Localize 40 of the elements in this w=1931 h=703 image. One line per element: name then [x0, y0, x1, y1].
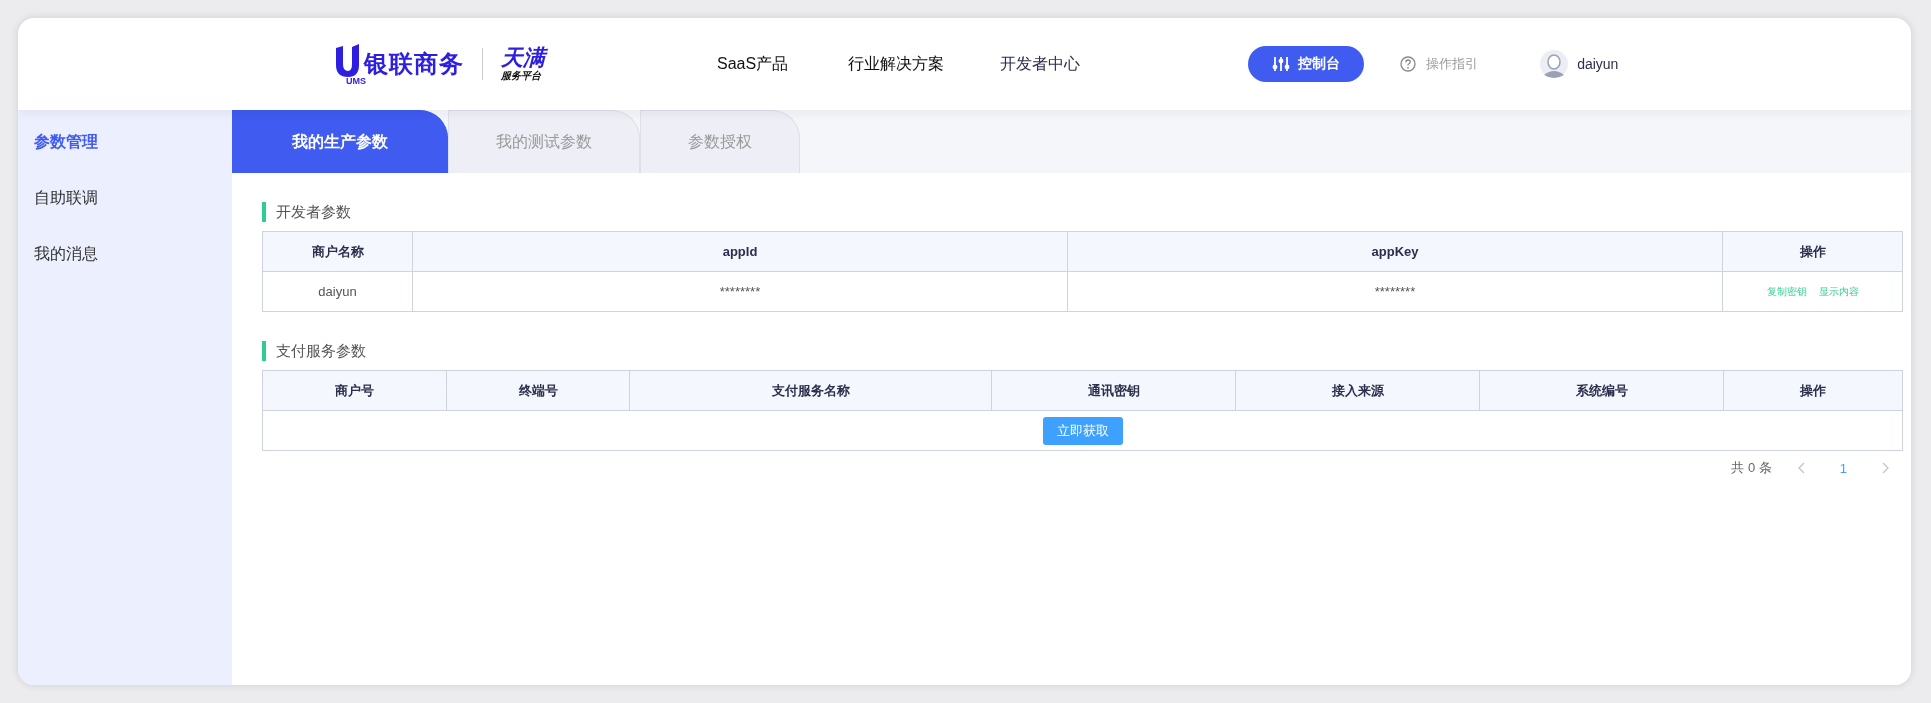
column-header: 商户号: [263, 371, 447, 411]
avatar-icon: [1540, 50, 1569, 78]
column-header: 接入来源: [1236, 371, 1480, 411]
column-header: 操作: [1723, 232, 1903, 272]
next-page-icon[interactable]: [1881, 462, 1889, 474]
table-cell: ********: [1068, 272, 1723, 312]
previous-page-icon[interactable]: [1797, 462, 1806, 474]
console-button[interactable]: 控制台: [1248, 46, 1365, 82]
column-header: appKey: [1068, 232, 1723, 272]
platform-subtitle: 服务平台: [501, 70, 541, 82]
column-header: 系统编号: [1480, 371, 1724, 411]
nav-link[interactable]: 行业解决方案: [848, 53, 945, 75]
section-title: 开发者参数: [276, 202, 351, 222]
total-count: 共 0 条: [1731, 459, 1772, 477]
nav-link[interactable]: SaaS产品: [717, 53, 789, 75]
sidebar-item[interactable]: 自助联调: [34, 180, 98, 216]
table-cell: daiyun: [263, 272, 413, 312]
get-now-button[interactable]: 立即获取: [1042, 416, 1123, 445]
column-header: 操作: [1724, 371, 1903, 411]
column-header: 通讯密钥: [992, 371, 1236, 411]
user-name[interactable]: daiyun: [1577, 56, 1619, 72]
section-marker: [262, 202, 266, 222]
tab[interactable]: 我的生产参数: [232, 110, 448, 173]
guide-link[interactable]: 操作指引: [1400, 55, 1479, 73]
sidebar-item[interactable]: 参数管理: [34, 124, 98, 160]
column-header: 支付服务名称: [630, 371, 992, 411]
sidebar-item[interactable]: 我的消息: [34, 236, 98, 272]
nav-link[interactable]: 开发者中心: [1000, 53, 1081, 75]
u-logo-icon: [334, 43, 360, 78]
logo-text: 银联商务: [364, 49, 464, 78]
column-header: 终端号: [447, 371, 630, 411]
column-header: 商户名称: [263, 232, 413, 272]
sliders-icon: [1272, 56, 1291, 72]
column-header: appId: [413, 232, 1068, 272]
table-cell: ********: [413, 272, 1068, 312]
section-title: 支付服务参数: [276, 341, 366, 361]
help-icon: [1400, 56, 1417, 72]
section-marker: [262, 341, 266, 361]
page-number[interactable]: 1: [1827, 460, 1859, 476]
logo-subtext: UMS: [346, 77, 366, 85]
